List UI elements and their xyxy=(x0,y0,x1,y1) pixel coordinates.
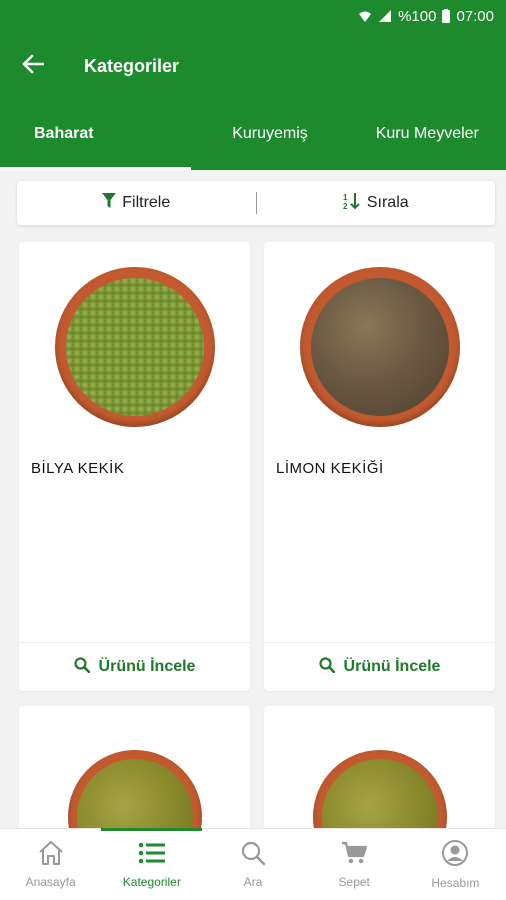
product-name: LİMON KEKİĞİ xyxy=(276,460,384,477)
filter-sort-bar: Filtrele 1 2 Sırala xyxy=(17,181,495,225)
view-product-button[interactable]: Ürünü İncele xyxy=(264,643,495,691)
nav-item-sepet[interactable]: Sepet xyxy=(304,829,405,900)
view-product-button[interactable]: Ürünü İncele xyxy=(19,643,250,691)
search-icon xyxy=(73,656,90,678)
spice-bowl xyxy=(54,267,215,427)
search-icon xyxy=(318,656,335,678)
svg-text:1: 1 xyxy=(343,193,348,202)
home-icon xyxy=(37,840,65,869)
app-bar: Kategoriler xyxy=(0,32,506,100)
nav-label: Anasayfa xyxy=(25,875,76,889)
cart-icon xyxy=(340,840,368,869)
nav-label: Ara xyxy=(243,875,263,889)
spice-fill xyxy=(65,278,204,416)
status-bar: %100 07:00 xyxy=(0,0,506,32)
sort-label: Sırala xyxy=(366,194,409,211)
page-title: Kategoriler xyxy=(84,55,180,76)
spice-bowl xyxy=(299,267,460,427)
product-card[interactable]: BİLYA KEKİK Ürünü İncele xyxy=(19,242,250,691)
nav-item-ara[interactable]: Ara xyxy=(202,829,303,900)
account-icon xyxy=(441,839,469,870)
product-card[interactable]: LİMON KEKİĞİ Ürünü İncele xyxy=(264,242,495,691)
wifi-icon xyxy=(358,9,372,23)
nav-label: Kategoriler xyxy=(122,875,181,889)
view-product-label: Ürünü İncele xyxy=(343,658,441,675)
sort-button[interactable]: 1 2 Sırala xyxy=(257,181,496,225)
filter-button[interactable]: Filtrele xyxy=(17,181,256,225)
filter-label: Filtrele xyxy=(122,194,171,211)
tab-baharat[interactable]: Baharat xyxy=(0,100,192,170)
nav-label: Sepet xyxy=(338,875,370,889)
svg-text:2: 2 xyxy=(343,202,348,210)
search-icon xyxy=(239,840,267,869)
battery-icon xyxy=(442,9,451,23)
arrow-left-icon xyxy=(22,54,45,79)
battery-percent: %100 xyxy=(398,7,437,25)
clock: 07:00 xyxy=(456,7,494,25)
nav-item-kategoriler[interactable]: Kategoriler xyxy=(101,828,203,900)
product-name: BİLYA KEKİK xyxy=(31,460,125,477)
product-image xyxy=(19,242,250,452)
back-button[interactable] xyxy=(0,32,64,100)
view-product-label: Ürünü İncele xyxy=(98,658,196,675)
product-image xyxy=(264,242,495,452)
nav-item-hesabim[interactable]: Hesabım xyxy=(405,829,506,900)
sort-icon: 1 2 xyxy=(343,192,361,215)
tab-kuru-meyveler[interactable]: Kuru Meyveler xyxy=(349,100,506,170)
category-tabs: Baharat Kuruyemiş Kuru Meyveler xyxy=(0,100,506,170)
nav-label: Hesabım xyxy=(431,876,480,890)
nav-item-anasayfa[interactable]: Anasayfa xyxy=(0,829,101,900)
bottom-navigation: Anasayfa Kategoriler Ara Sepet Hesabım xyxy=(0,828,506,900)
spice-fill xyxy=(310,278,449,416)
list-icon xyxy=(138,840,166,869)
tab-kuruyemis[interactable]: Kuruyemiş xyxy=(191,100,348,170)
funnel-icon xyxy=(102,192,117,214)
signal-icon xyxy=(378,9,392,23)
